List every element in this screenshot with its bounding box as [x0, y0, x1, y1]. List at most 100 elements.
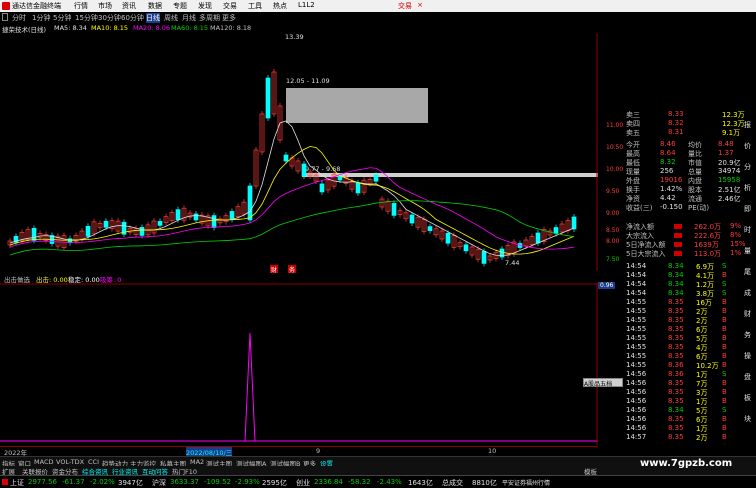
- tick-time: 14:55: [626, 307, 647, 315]
- tab-30min[interactable]: 30分钟: [98, 13, 121, 23]
- ob-price: 8.33: [668, 110, 684, 118]
- stat-label: 收益(三): [626, 204, 653, 212]
- sh-value: 2977.56: [28, 478, 57, 486]
- ob-vol: 9.1万: [722, 129, 741, 137]
- right-strip-tab[interactable]: 尾: [744, 267, 751, 277]
- right-strip-tab[interactable]: 价: [744, 141, 751, 151]
- right-strip-tab[interactable]: 量: [744, 246, 751, 256]
- menu-trade[interactable]: 交易: [223, 1, 237, 11]
- right-strip-tab[interactable]: 析: [744, 183, 751, 193]
- tab-vol[interactable]: VOL-TDX: [56, 458, 84, 466]
- ma60-line: [9, 200, 575, 256]
- tick-time: 14:54: [626, 289, 647, 297]
- right-strip-tab[interactable]: 板: [744, 393, 751, 403]
- tab-weekly[interactable]: 周线: [164, 13, 178, 23]
- order-book-row[interactable]: 卖五 8.31 9.1万: [626, 128, 756, 137]
- date-axis: 2022年 2022/08/10/三 9 10: [0, 446, 598, 457]
- stat-value: 256: [660, 167, 674, 175]
- cy-value: 2336.84: [314, 478, 343, 486]
- candle-body: [391, 203, 397, 216]
- tick-flag: B: [722, 325, 727, 333]
- tab-timeshare[interactable]: 分时: [12, 13, 26, 23]
- tick-row: 14:56 8.36 1万 S: [626, 370, 756, 379]
- range-box-lower: [302, 173, 598, 177]
- stat-value: 4.42: [660, 194, 676, 202]
- right-strip-tab[interactable]: 时: [744, 225, 751, 235]
- price-axis: 11.00 10.50 10.00 9.50 9.00 8.50 8.00 7.…: [598, 33, 628, 271]
- menu-quote[interactable]: 行情: [74, 1, 88, 11]
- stat-row: 换手 1.42% 股本 2.51亿: [626, 185, 756, 194]
- tick-price: 8.35: [668, 325, 684, 333]
- tab-multi-period[interactable]: 多周期: [199, 13, 220, 23]
- sub-indicator-chart[interactable]: [0, 283, 598, 445]
- tick-flag: S: [722, 406, 727, 414]
- tab-monthly[interactable]: 月线: [182, 13, 196, 23]
- tick-flag: B: [722, 343, 727, 351]
- tab-daily[interactable]: 日线: [146, 13, 160, 23]
- candle-body: [85, 225, 91, 237]
- tick-time: 14:55: [626, 298, 647, 306]
- tick-flag: B: [722, 307, 727, 315]
- menu-news[interactable]: 资讯: [122, 1, 136, 11]
- tab-more[interactable]: 更多: [222, 13, 236, 23]
- tab-ma2[interactable]: MA2: [190, 458, 204, 466]
- layout-icon[interactable]: [2, 13, 8, 21]
- menu-topic[interactable]: 专题: [173, 1, 187, 11]
- tick-time: 14:56: [626, 379, 647, 387]
- right-strip-tab[interactable]: 块: [744, 414, 751, 424]
- menu-l1l2[interactable]: L1L2: [298, 1, 315, 9]
- sh-change: -61.37: [62, 478, 85, 486]
- date-label-sep: 9: [316, 447, 321, 455]
- tab-60min[interactable]: 60分钟: [121, 13, 144, 23]
- order-book-row[interactable]: 卖三 8.33 12.3万: [626, 110, 756, 119]
- kline-chart[interactable]: 13.39 12.05 - 11.09 9.77 - 9.68 7.44: [0, 33, 598, 271]
- tab-5min[interactable]: 5分钟: [53, 13, 71, 23]
- right-strip-tab[interactable]: 报: [744, 120, 751, 130]
- menu-hot[interactable]: 热点: [273, 1, 287, 11]
- tab-macd[interactable]: MACD: [34, 458, 53, 466]
- candle-body: [409, 214, 415, 224]
- popup-quote[interactable]: A股品五档: [583, 378, 623, 388]
- tick-time: 14:56: [626, 388, 647, 396]
- tick-time: 14:54: [626, 262, 647, 270]
- tick-time: 14:56: [626, 424, 647, 432]
- tick-row: 14:55 8.35 5万 B: [626, 334, 756, 343]
- menu-discover[interactable]: 发现: [198, 1, 212, 11]
- right-strip-tab[interactable]: 分: [744, 162, 751, 172]
- tick-row: 14:56 8.34 5万 S: [626, 406, 756, 415]
- tick-row: 14:54 8.34 6.9万 S: [626, 262, 756, 271]
- trade-button[interactable]: 交易: [398, 1, 412, 11]
- tick-price: 8.35: [668, 424, 684, 432]
- right-strip-tab[interactable]: 成: [744, 288, 751, 298]
- tick-price: 8.35: [668, 352, 684, 360]
- candle-body: [193, 213, 199, 221]
- status-bar: 上证 2977.56 -61.37 -2.02% 3947亿 沪深 3633.3…: [0, 475, 756, 487]
- broker-server[interactable]: 平安证券福州行情: [502, 478, 550, 487]
- right-strip-tab[interactable]: 盘: [744, 372, 751, 382]
- news-tag[interactable]: 务: [288, 265, 296, 274]
- menu-tools[interactable]: 工具: [248, 1, 262, 11]
- menu-market[interactable]: 市场: [98, 1, 112, 11]
- right-strip-tab[interactable]: 务: [744, 330, 751, 340]
- menu-data[interactable]: 数据: [148, 1, 162, 11]
- financial-tag[interactable]: 财: [270, 265, 278, 274]
- order-book-row[interactable]: 卖四 8.32 12.3万: [626, 119, 756, 128]
- tab-cci[interactable]: CCI: [88, 458, 99, 466]
- right-strip-tab[interactable]: 即: [744, 204, 751, 214]
- tick-time: 14:55: [626, 352, 647, 360]
- ma5-label: MA5: 8.34: [54, 24, 87, 32]
- tab-1min[interactable]: 1分钟: [32, 13, 50, 23]
- hs-change: -109.52: [204, 478, 232, 486]
- watermark: www.7gpzb.com: [640, 458, 733, 469]
- candle-body: [463, 244, 469, 252]
- close-icon[interactable]: ×: [415, 1, 425, 10]
- tick-price: 8.36: [668, 361, 684, 369]
- tab-15min[interactable]: 15分钟: [75, 13, 98, 23]
- stat-row: 收益(三) -0.150 PE(动): [626, 203, 756, 212]
- tick-price: 8.34: [668, 262, 684, 270]
- right-strip-tab[interactable]: 财: [744, 309, 751, 319]
- candle-body: [373, 174, 379, 182]
- tick-row: 14:56 8.35 1万 B: [626, 424, 756, 433]
- tick-row: 14:56 8.35 6万 B: [626, 415, 756, 424]
- right-strip-tab[interactable]: 操: [744, 351, 751, 361]
